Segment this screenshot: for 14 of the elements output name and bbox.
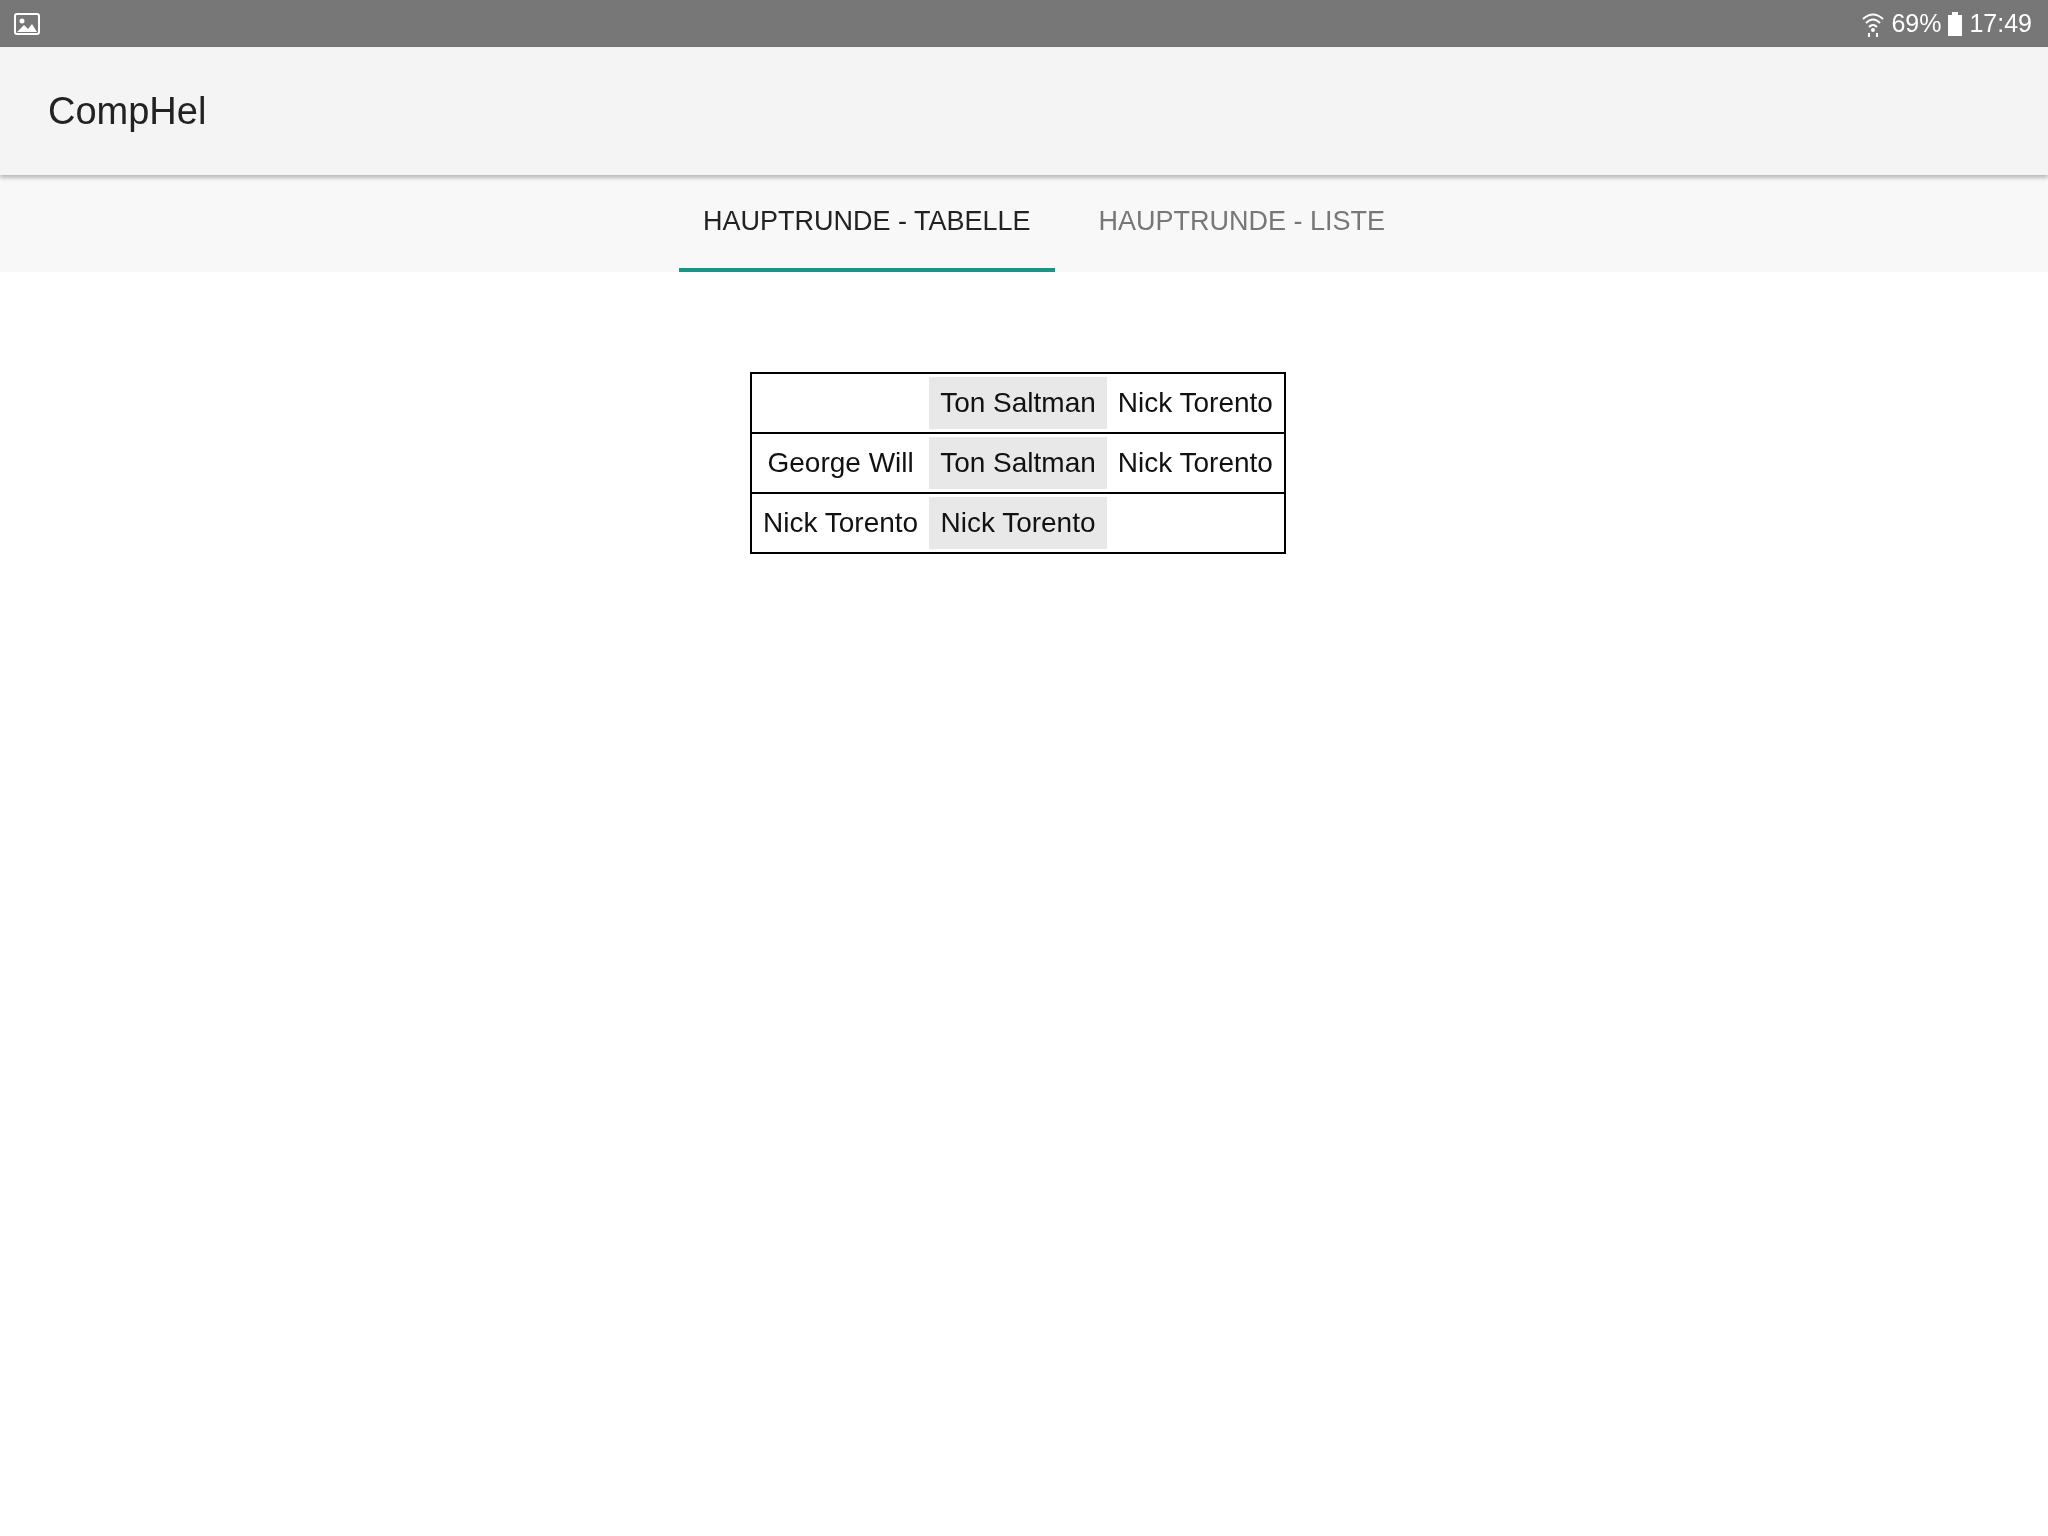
table-cell: Nick Torento [1106,373,1285,433]
gallery-icon [14,12,40,35]
table-cell: Ton Saltman [929,373,1107,433]
table-cell: Nick Torento [1106,433,1285,493]
table-cell: Nick Torento [751,493,930,553]
tab[interactable]: HAUPTRUNDE - LISTE [1074,175,1410,272]
app-title: CompHel [48,89,207,133]
table-cell: George Will [751,433,930,493]
table-cell: Ton Saltman [929,433,1107,493]
clock: 17:49 [1969,9,2032,38]
table-cell: Nick Torento [929,493,1107,553]
tab[interactable]: HAUPTRUNDE - TABELLE [678,175,1055,272]
battery-percentage: 69% [1891,9,1942,38]
battery-icon [1947,11,1964,36]
